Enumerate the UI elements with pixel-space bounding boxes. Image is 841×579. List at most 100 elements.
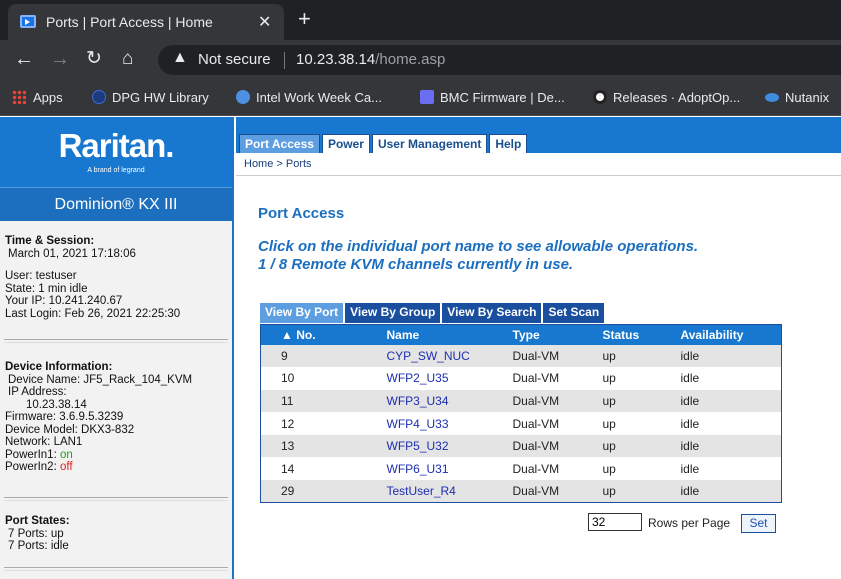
sidebar-divider: [4, 339, 228, 343]
breadcrumb-bar: Home > Ports: [236, 153, 841, 176]
instruction-line-1: Click on the individual port name to see…: [258, 238, 699, 255]
bookmark-nutanix[interactable]: Nutanix: [765, 90, 829, 105]
column-header-no[interactable]: ▲ No.: [260, 324, 381, 345]
bookmarks-bar: Apps DPG HW Library Intel Work Week Ca..…: [0, 80, 841, 116]
url-path: /home.asp: [375, 51, 446, 68]
port-name-link[interactable]: WFP3_U34: [380, 389, 507, 413]
globe-icon: [236, 90, 250, 104]
raritan-logo: Raritan.: [58, 127, 175, 164]
bookmark-apps[interactable]: Apps: [12, 90, 63, 105]
table-row: 12 WFP4_U33 Dual-VM up idle: [261, 412, 782, 435]
port-number: 13: [260, 434, 381, 458]
port-name-link[interactable]: CYP_SW_NUC: [380, 344, 507, 368]
address-bar[interactable]: ▲ Not secure 10.23.38.14/home.asp: [158, 45, 841, 75]
session-datetime: March 01, 2021 17:18:06: [8, 247, 136, 260]
port-status: up: [602, 461, 616, 476]
port-name-link[interactable]: WFP6_U31: [381, 457, 507, 480]
powerin1: PowerIn1: on: [5, 449, 232, 462]
set-button[interactable]: Set: [741, 514, 776, 533]
session-ip: Your IP: 10.241.240.67: [5, 295, 123, 307]
gear-icon: [420, 90, 434, 104]
sidebar-divider: [4, 497, 228, 501]
firmware-version: Firmware: 3.6.9.5.3239: [5, 411, 124, 423]
ports-table: ▲ No. Name Type Status Availability 9 CYP…: [260, 324, 782, 504]
port-number: 9: [260, 344, 381, 368]
reload-icon[interactable]: ↻: [86, 48, 102, 70]
ports-up-count: 7 Ports: up: [8, 527, 64, 540]
sidebar-divider: [4, 567, 228, 571]
browser-tab[interactable]: Ports | Port Access | Home ✕: [8, 4, 284, 40]
port-status: up: [596, 344, 675, 368]
table-row: 13 WFP5_U32 Dual-VM up idle: [260, 434, 782, 458]
tab-view-by-group[interactable]: View By Group: [345, 303, 441, 323]
port-type: Dual-VM: [506, 344, 597, 368]
bookmark-releases-adoptopenjdk[interactable]: Releases · AdoptOp...: [593, 90, 740, 105]
view-tabs: View By Port View By Group View By Searc…: [260, 303, 606, 323]
ip-address-value: 10.23.38.14: [26, 398, 87, 411]
bookmark-dpg-hw-library[interactable]: DPG HW Library: [92, 90, 209, 105]
port-name-link[interactable]: WFP2_U35: [381, 367, 507, 390]
home-icon[interactable]: ⌂: [122, 48, 133, 70]
tab-set-scan[interactable]: Set Scan: [543, 303, 605, 323]
url-host: 10.23.38.14: [296, 51, 376, 68]
port-status: up: [602, 371, 616, 386]
port-availability: idle: [680, 416, 700, 431]
ports-idle-count: 7 Ports: idle: [8, 540, 69, 552]
table-row: 10 WFP2_U35 Dual-VM up idle: [261, 367, 782, 390]
sidebar: Raritan. A brand of legrand Dominion® KX…: [0, 117, 234, 579]
new-tab-button[interactable]: +: [298, 6, 311, 32]
table-header-row: ▲ No. Name Type Status Availability: [260, 324, 782, 345]
section-header: Device Information:: [5, 361, 113, 373]
table-row: 14 WFP6_U31 Dual-VM up idle: [261, 457, 782, 480]
url-text[interactable]: 10.23.38.14/home.asp: [296, 51, 445, 68]
bookmark-intel-work-week[interactable]: Intel Work Week Ca...: [236, 90, 382, 105]
port-number: 11: [260, 389, 381, 413]
port-type: Dual-VM: [506, 434, 597, 458]
rows-per-page-input[interactable]: [588, 513, 642, 531]
session-state: State: 1 min idle: [5, 282, 88, 295]
browser-toolbar: ← → ↻ ⌂ ▲ Not secure 10.23.38.14/home.as…: [0, 40, 841, 80]
column-header-availability[interactable]: Availability: [674, 324, 782, 345]
port-name-link[interactable]: WFP5_U32: [380, 434, 507, 458]
port-number: 14: [281, 461, 295, 476]
column-header-type[interactable]: Type: [506, 324, 597, 345]
github-icon: [593, 90, 607, 104]
powerin2-status: off: [59, 461, 73, 473]
tab-power[interactable]: Power: [321, 134, 370, 153]
port-name-link[interactable]: WFP4_U33: [381, 412, 507, 435]
table-row: 11 WFP3_U34 Dual-VM up idle: [260, 389, 782, 413]
breadcrumb[interactable]: Home > Ports: [244, 158, 312, 170]
bookmark-label: DPG HW Library: [112, 90, 209, 105]
forward-arrow-icon[interactable]: →: [50, 48, 70, 70]
device-model: Device Model: DKX3-832: [5, 423, 135, 436]
browser-tab-strip: Ports | Port Access | Home ✕ +: [0, 0, 841, 40]
port-type: Dual-VM: [506, 389, 597, 413]
port-availability: idle: [680, 371, 700, 386]
powerin1-label: PowerIn1:: [5, 448, 60, 461]
tab-user-management[interactable]: User Management: [371, 134, 488, 153]
table-row: 29 TestUser_R4 Dual-VM up idle: [260, 480, 782, 503]
tab-view-by-search[interactable]: View By Search: [442, 303, 542, 323]
port-type: Dual-VM: [512, 461, 560, 476]
bookmark-label: Releases · AdoptOp...: [613, 90, 741, 105]
column-header-status[interactable]: Status: [596, 324, 675, 345]
security-label[interactable]: Not secure: [198, 51, 271, 68]
bookmark-bmc-firmware[interactable]: BMC Firmware | De...: [420, 90, 565, 105]
time-session-section: Time & Session: March 01, 2021 17:18:06 …: [0, 235, 232, 320]
tab-port-access[interactable]: Port Access: [239, 134, 320, 153]
port-name-link[interactable]: TestUser_R4: [380, 480, 507, 503]
port-number: 10: [281, 371, 295, 386]
bookmark-label: BMC Firmware | De...: [440, 90, 565, 105]
close-tab-icon[interactable]: ✕: [258, 12, 271, 32]
column-header-name[interactable]: Name: [380, 324, 507, 345]
ip-address-label: IP Address:: [8, 386, 67, 398]
product-name: Dominion® KX III: [0, 187, 232, 221]
rows-per-page-label: Rows per Page: [648, 516, 731, 530]
warning-icon[interactable]: ▲: [172, 49, 188, 67]
back-arrow-icon[interactable]: ←: [14, 48, 34, 70]
tab-help[interactable]: Help: [489, 134, 528, 153]
tab-view-by-port[interactable]: View By Port: [260, 303, 344, 323]
port-status: up: [596, 434, 675, 458]
port-type: Dual-VM: [512, 416, 560, 431]
